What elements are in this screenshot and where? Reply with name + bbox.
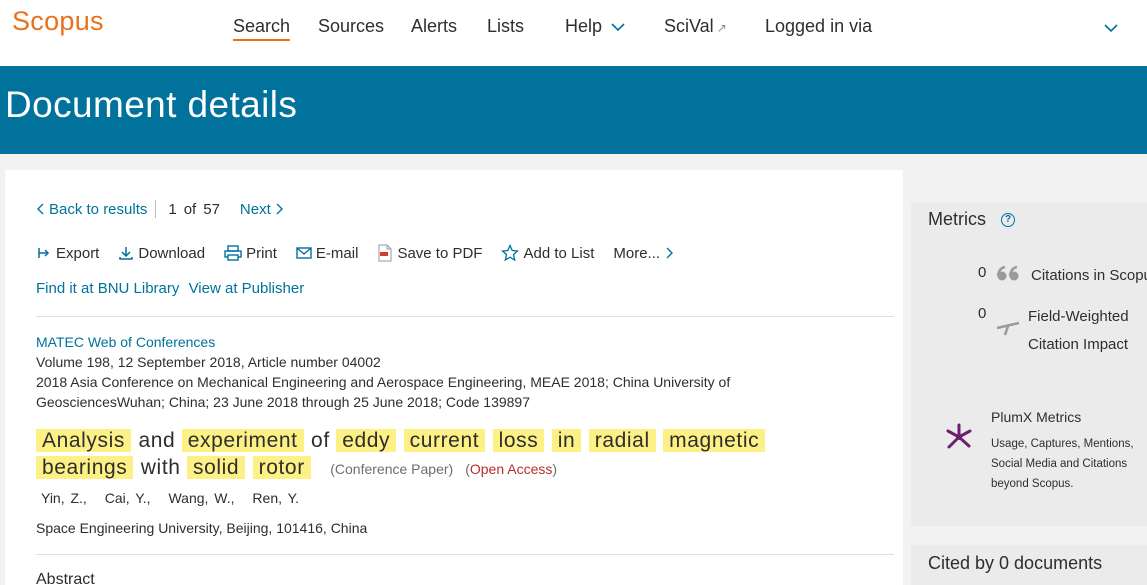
affiliation: Space Engineering University, Beijing, 1… bbox=[36, 520, 368, 536]
nav-scival-label: SciVal bbox=[664, 16, 714, 36]
help-icon[interactable]: ? bbox=[1001, 213, 1015, 227]
export-button[interactable]: Export bbox=[36, 244, 99, 262]
title-word: solid bbox=[186, 456, 246, 479]
fwci-label-line2[interactable]: Citation Impact bbox=[1028, 331, 1128, 359]
export-label: Export bbox=[56, 244, 100, 262]
nav-sources[interactable]: Sources bbox=[318, 16, 384, 37]
result-total: 57 bbox=[203, 200, 220, 218]
result-navigation: Back to results 1 of 57 Next bbox=[36, 200, 284, 218]
email-icon bbox=[296, 247, 312, 259]
quote-icon bbox=[996, 265, 1019, 281]
save-to-pdf-button[interactable]: Save to PDF bbox=[377, 244, 482, 262]
email-button[interactable]: E-mail bbox=[296, 244, 359, 262]
print-icon bbox=[224, 245, 242, 261]
back-to-results-link[interactable]: Back to results bbox=[36, 201, 147, 218]
conference-info-line2: GeosciencesWuhan; China; 23 June 2018 th… bbox=[36, 394, 530, 410]
more-button[interactable]: More... bbox=[613, 244, 678, 262]
document-toolbar: Export Download Print E-mail Save to PDF… bbox=[36, 244, 697, 262]
download-label: Download bbox=[138, 244, 206, 262]
back-to-results-label: Back to results bbox=[49, 200, 148, 218]
title-word: radial bbox=[588, 429, 656, 452]
title-word: in bbox=[551, 429, 582, 452]
title-word: loss bbox=[492, 429, 545, 452]
author-link[interactable]: Ren, Y. bbox=[252, 490, 299, 506]
scale-icon bbox=[996, 321, 1020, 336]
page-title: Document details bbox=[5, 84, 298, 125]
next-label: Next bbox=[239, 200, 271, 218]
open-access-badge[interactable]: Open Access bbox=[470, 461, 553, 477]
divider bbox=[36, 316, 894, 317]
author-link[interactable]: Yin, Z., bbox=[41, 490, 87, 506]
scopus-logo[interactable]: Scopus bbox=[12, 6, 104, 37]
chevron-right-icon bbox=[666, 247, 674, 259]
plumx-title[interactable]: PlumX Metrics bbox=[991, 409, 1081, 425]
title-word: with bbox=[140, 456, 181, 479]
title-word: bearings bbox=[36, 456, 134, 479]
pdf-icon bbox=[378, 244, 392, 262]
title-word: eddy bbox=[336, 429, 397, 452]
author-link[interactable]: Wang, W., bbox=[168, 490, 234, 506]
view-at-publisher-link[interactable]: View at Publisher bbox=[189, 280, 305, 297]
conference-info-line1: 2018 Asia Conference on Mechanical Engin… bbox=[36, 374, 731, 390]
chevron-down-icon bbox=[611, 23, 625, 32]
print-button[interactable]: Print bbox=[224, 244, 277, 262]
result-of: of bbox=[183, 200, 197, 218]
access-links: Find it at BNU Library View at Publisher bbox=[36, 280, 309, 297]
author-link[interactable]: Cai, Y., bbox=[105, 490, 151, 506]
journal-link[interactable]: MATEC Web of Conferences bbox=[36, 334, 215, 350]
external-link-icon: ↗ bbox=[716, 21, 727, 35]
title-word: and bbox=[138, 429, 176, 452]
add-to-list-label: Add to List bbox=[523, 244, 595, 262]
document-title: Analysis and experiment of eddy current … bbox=[36, 427, 866, 483]
abstract-heading: Abstract bbox=[36, 571, 95, 585]
citations-label[interactable]: Citations in Scopus bbox=[1031, 262, 1147, 290]
chevron-right-icon bbox=[276, 203, 283, 215]
find-it-link[interactable]: Find it at BNU Library bbox=[36, 280, 179, 297]
logged-in-label: Logged in via bbox=[765, 16, 873, 36]
source-info: MATEC Web of Conferences Volume 198, 12 … bbox=[36, 332, 730, 412]
fwci-label-line1[interactable]: Field-Weighted bbox=[1028, 303, 1129, 331]
metrics-heading: Metrics bbox=[928, 209, 986, 229]
nav-lists[interactable]: Lists bbox=[487, 16, 524, 37]
save-to-pdf-label: Save to PDF bbox=[397, 244, 483, 262]
title-word: rotor bbox=[252, 456, 311, 479]
divider bbox=[36, 554, 894, 555]
nav-scival[interactable]: SciVal ↗ bbox=[664, 16, 727, 37]
chevron-left-icon bbox=[37, 203, 44, 215]
title-word: Analysis bbox=[36, 429, 131, 452]
volume-info: Volume 198, 12 September 2018, Article n… bbox=[36, 354, 381, 370]
page-banner: Document details bbox=[0, 66, 1147, 154]
metrics-panel: Metrics ? 0 Citations in Scopus 0 Field-… bbox=[911, 203, 1147, 526]
nav-search[interactable]: Search bbox=[233, 16, 291, 41]
cited-by-heading: Cited by 0 documents bbox=[928, 553, 1103, 573]
download-button[interactable]: Download bbox=[118, 244, 205, 262]
cited-by-panel: Cited by 0 documents bbox=[911, 545, 1147, 585]
star-icon bbox=[501, 244, 520, 262]
plumx-icon bbox=[946, 423, 972, 449]
title-word: experiment bbox=[181, 429, 304, 452]
author-list: Yin, Z., Cai, Y., Wang, W., Ren, Y. bbox=[41, 490, 311, 506]
document-type: (Conference Paper) bbox=[330, 461, 454, 477]
download-icon bbox=[119, 247, 134, 260]
next-result-link[interactable]: Next bbox=[240, 201, 284, 218]
top-navigation: Scopus Search Sources Alerts Lists Help … bbox=[0, 0, 1147, 66]
title-word: magnetic bbox=[663, 429, 766, 452]
nav-help-label: Help bbox=[565, 16, 603, 36]
more-label: More... bbox=[613, 244, 661, 262]
divider bbox=[155, 200, 157, 218]
citations-count: 0 bbox=[978, 264, 987, 281]
result-position: 1 bbox=[168, 200, 177, 218]
print-label: Print bbox=[246, 244, 277, 262]
nav-alerts[interactable]: Alerts bbox=[411, 16, 457, 37]
plumx-description: Usage, Captures, Mentions, Social Media … bbox=[991, 438, 1134, 490]
export-icon bbox=[38, 248, 50, 258]
fwci-value: 0 bbox=[978, 305, 987, 322]
email-label: E-mail bbox=[315, 244, 359, 262]
account-chevron-icon[interactable] bbox=[1103, 20, 1119, 36]
title-word: of bbox=[311, 429, 330, 452]
add-to-list-button[interactable]: Add to List bbox=[501, 244, 594, 262]
title-word: current bbox=[403, 429, 486, 452]
nav-help[interactable]: Help bbox=[565, 16, 625, 37]
